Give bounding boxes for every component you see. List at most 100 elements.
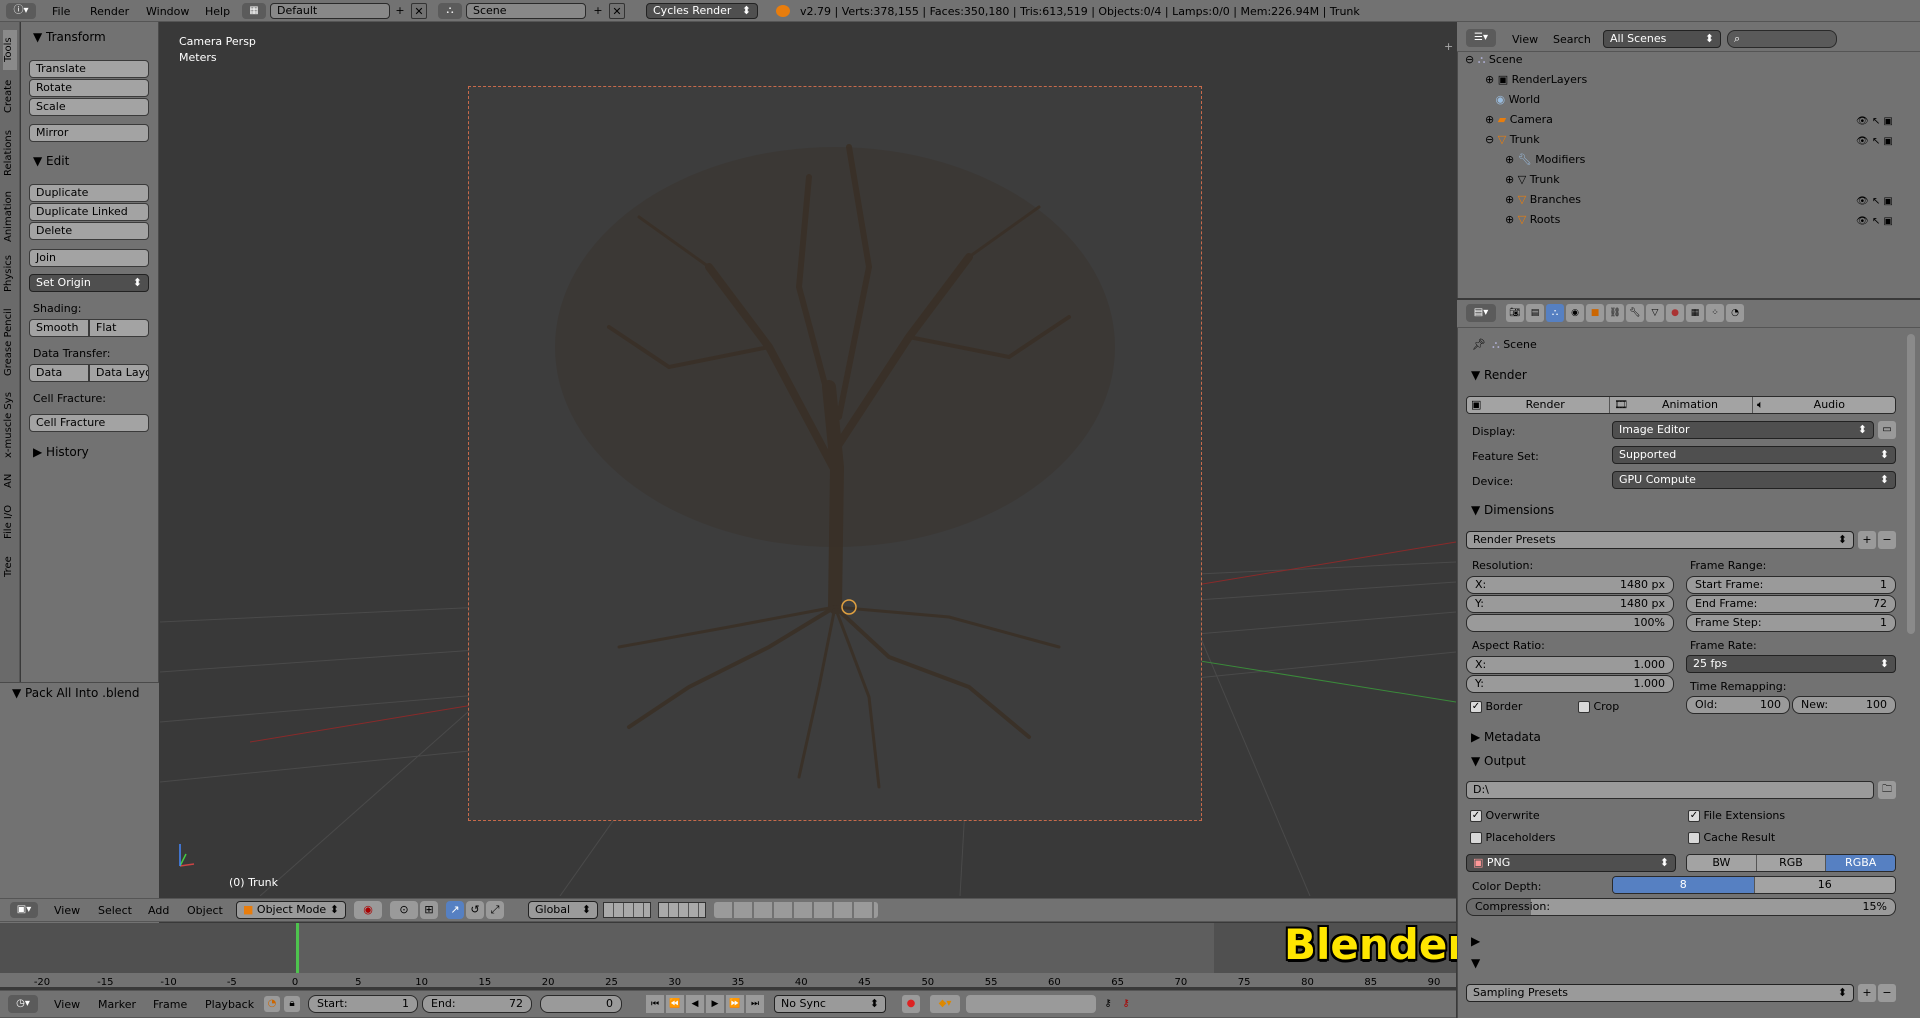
- remove-scene-icon[interactable]: ✕: [609, 3, 625, 19]
- tab-relations[interactable]: Relations: [3, 124, 17, 182]
- freestyle-panel-header[interactable]: ▶: [1471, 934, 1480, 948]
- cache-result-checkbox[interactable]: Cache Result: [1688, 831, 1775, 844]
- color-depth-16[interactable]: 16: [1754, 877, 1895, 893]
- object-tab-icon[interactable]: ■: [1586, 304, 1604, 322]
- preview-range-icon[interactable]: ◔: [264, 996, 280, 1012]
- color-depth-8[interactable]: 8: [1613, 877, 1755, 893]
- end-frame-prop-field[interactable]: End Frame: 72: [1686, 595, 1896, 613]
- start-frame-field[interactable]: Start: 1: [308, 995, 418, 1013]
- outliner-item-modifiers[interactable]: ⊕ 🔧︎ Modifiers: [1505, 153, 1880, 173]
- data-tab-icon[interactable]: ▽: [1646, 304, 1664, 322]
- constraints-tab-icon[interactable]: ⛓︎: [1606, 304, 1624, 322]
- scene-field[interactable]: Scene: [466, 3, 586, 19]
- scene-tab-icon[interactable]: ⛬: [1546, 304, 1564, 322]
- resolution-y-field[interactable]: Y: 1480 px: [1466, 595, 1674, 613]
- current-frame-field[interactable]: 0: [540, 995, 622, 1013]
- translate-manipulator-icon[interactable]: ↗: [446, 901, 464, 919]
- outliner-menu-view[interactable]: View: [1512, 33, 1538, 46]
- panel-edit-header[interactable]: ▼ Edit: [33, 154, 69, 168]
- timeline-menu-view[interactable]: View: [54, 998, 80, 1011]
- metadata-panel-header[interactable]: ▶ Metadata: [1471, 730, 1541, 744]
- audio-button[interactable]: 🔈︎ Audio: [1753, 397, 1895, 413]
- orientation-select[interactable]: Global ⬍: [528, 901, 598, 919]
- data-layout-button[interactable]: Data Layo: [89, 364, 149, 382]
- tab-x-muscle-sys[interactable]: x-muscle Sys: [3, 390, 17, 460]
- time-old-field[interactable]: Old: 100: [1686, 696, 1790, 714]
- outliner-item-world[interactable]: ◉ World: [1485, 93, 1860, 113]
- visibility-icons-trunk[interactable]: 👁︎ ↖ ▣: [1856, 132, 1920, 152]
- join-button[interactable]: Join: [29, 249, 149, 267]
- smooth-button[interactable]: Smooth: [29, 319, 89, 337]
- outliner-item-roots[interactable]: ⊕ ▽ Roots: [1505, 213, 1880, 233]
- color-mode-bw[interactable]: BW: [1687, 855, 1757, 871]
- delete-keyframe-icon[interactable]: ⚷: [1118, 995, 1134, 1013]
- scene-icon[interactable]: ⛬: [438, 3, 462, 19]
- viewport-menu-add[interactable]: Add: [148, 904, 169, 917]
- start-frame-prop-field[interactable]: Start Frame: 1: [1686, 576, 1896, 594]
- display-select[interactable]: Image Editor ⬍: [1612, 421, 1874, 439]
- render-presets-select[interactable]: Render Presets ⬍: [1466, 531, 1854, 549]
- pin-icon[interactable]: 📌︎: [1472, 338, 1486, 351]
- cell-fracture-button[interactable]: Cell Fracture: [29, 414, 149, 432]
- playback-controls[interactable]: ⏮ ⏪ ◀ ▶ ⏩ ⏭: [646, 995, 764, 1013]
- properties-editor-icon[interactable]: ▤▾: [1466, 304, 1496, 322]
- display-window-icon[interactable]: ▭: [1878, 421, 1896, 439]
- mirror-button[interactable]: Mirror: [29, 124, 149, 142]
- outliner-item-renderlayers[interactable]: ⊕ ▣ RenderLayers: [1485, 73, 1860, 93]
- time-new-field[interactable]: New: 100: [1792, 696, 1896, 714]
- file-extensions-checkbox[interactable]: ✓ File Extensions: [1688, 809, 1785, 822]
- insert-keyframe-icon[interactable]: ⚷: [1100, 995, 1116, 1013]
- animation-button[interactable]: 🎞︎ Animation: [1610, 397, 1753, 413]
- keying-icon[interactable]: ◆▾: [930, 995, 960, 1013]
- color-mode-rgba[interactable]: RGBA: [1826, 855, 1895, 871]
- world-tab-icon[interactable]: ◉: [1566, 304, 1584, 322]
- duplicate-linked-button[interactable]: Duplicate Linked: [29, 203, 149, 221]
- outliner-search-input[interactable]: ⌕: [1727, 30, 1837, 48]
- timeline-editor-icon[interactable]: ◷▾: [8, 995, 38, 1013]
- prev-key-icon[interactable]: ⏪: [666, 995, 684, 1013]
- menu-render[interactable]: Render: [90, 5, 129, 18]
- folder-icon[interactable]: 🗀︎: [1878, 781, 1896, 799]
- panel-history-header[interactable]: ▶ History: [33, 445, 89, 459]
- compression-slider[interactable]: Compression: 15%: [1466, 898, 1896, 916]
- particles-tab-icon[interactable]: ⁘: [1706, 304, 1724, 322]
- record-icon[interactable]: ●: [902, 995, 920, 1013]
- set-origin-select[interactable]: Set Origin ⬍: [29, 274, 149, 292]
- visibility-icons-camera[interactable]: 👁︎ ↖ ▣: [1856, 112, 1920, 132]
- jump-start-icon[interactable]: ⏮: [646, 995, 664, 1013]
- menu-window[interactable]: Window: [146, 5, 189, 18]
- add-preset-icon[interactable]: +: [1858, 531, 1876, 549]
- pack-all-header[interactable]: ▼ Pack All Into .blend: [12, 686, 140, 700]
- overwrite-checkbox[interactable]: ✓ Overwrite: [1470, 809, 1540, 822]
- flat-button[interactable]: Flat: [89, 319, 149, 337]
- add-scene-icon[interactable]: +: [590, 3, 606, 19]
- delete-button[interactable]: Delete: [29, 222, 149, 240]
- manipulator-icon[interactable]: ⊞: [420, 901, 438, 919]
- visibility-icons-branches[interactable]: 👁︎ ↖ ▣: [1856, 192, 1920, 212]
- remove-sampling-preset-icon[interactable]: −: [1878, 984, 1896, 1002]
- viewport-shading-icon[interactable]: ◉: [354, 901, 382, 919]
- sampling-presets-select[interactable]: Sampling Presets ⬍: [1466, 984, 1854, 1002]
- frame-rate-select[interactable]: 25 fps ⬍: [1686, 655, 1896, 673]
- outliner-item-camera[interactable]: ⊕ ▰ Camera: [1485, 113, 1860, 133]
- tab-physics[interactable]: Physics: [3, 252, 17, 296]
- viewport-tool-icons[interactable]: [714, 902, 878, 918]
- panel-transform-header[interactable]: ▼ Transform: [33, 30, 106, 44]
- data-button[interactable]: Data: [29, 364, 89, 382]
- tab-tree[interactable]: Tree: [3, 552, 17, 582]
- object-mode-select[interactable]: ■ Object Mode ⬍: [236, 901, 346, 919]
- viewport-3d[interactable]: Camera Persp Meters (0) Trunk +: [160, 22, 1456, 896]
- editor-type-icon[interactable]: ▣▾: [10, 902, 38, 918]
- physics-tab-icon[interactable]: ◔: [1726, 304, 1744, 322]
- render-engine-select[interactable]: Cycles Render ⬍: [646, 3, 758, 19]
- material-tab-icon[interactable]: ●: [1666, 304, 1684, 322]
- outliner-item-trunk-mesh[interactable]: ⊕ ▽ Trunk: [1505, 173, 1880, 193]
- translate-button[interactable]: Translate: [29, 60, 149, 78]
- sync-select[interactable]: No Sync ⬍: [774, 995, 886, 1013]
- jump-end-icon[interactable]: ⏭: [746, 995, 764, 1013]
- tab-create[interactable]: Create: [3, 76, 17, 116]
- rotate-manipulator-icon[interactable]: ↺: [466, 901, 484, 919]
- remove-layout-icon[interactable]: ✕: [411, 3, 427, 19]
- layers-grid-b[interactable]: [658, 902, 706, 918]
- add-layout-icon[interactable]: +: [392, 3, 408, 19]
